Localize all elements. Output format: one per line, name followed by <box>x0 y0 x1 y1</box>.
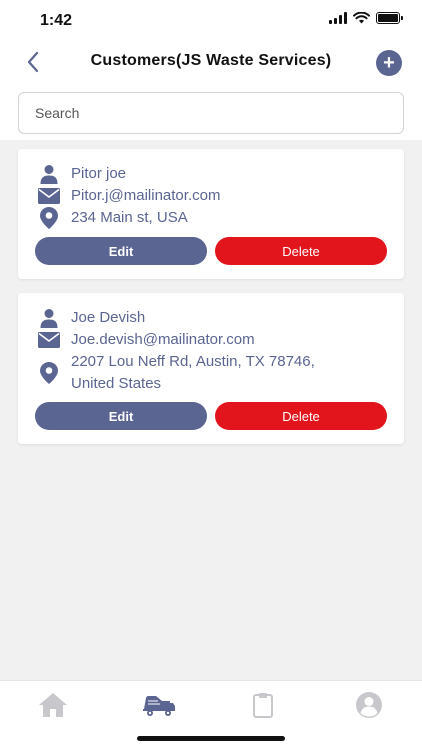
address-line: 2207 Lou Neff Rd, Austin, TX 78746, <box>71 353 315 370</box>
plus-icon: + <box>383 52 395 74</box>
delete-button[interactable]: Delete <box>215 237 387 265</box>
profile-icon <box>356 692 382 718</box>
envelope-icon <box>38 185 60 207</box>
wifi-icon <box>353 12 370 24</box>
location-pin-icon <box>38 207 60 229</box>
location-pin-icon <box>38 362 60 384</box>
page-title: Customers(JS Waste Services) <box>90 52 332 69</box>
cellular-signal-icon <box>329 12 347 24</box>
clipboard-icon <box>253 693 273 718</box>
home-icon <box>39 693 67 717</box>
customer-email-row: Joe.devish@mailinator.com <box>38 329 255 351</box>
customer-email-row: Pitor.j@mailinator.com <box>38 185 220 207</box>
customer-address-row: 234 Main st, USA <box>38 207 188 229</box>
customer-email: Joe.devish@mailinator.com <box>71 331 255 348</box>
customer-address-row: 2207 Lou Neff Rd, Austin, TX 78746, Unit… <box>38 351 315 395</box>
envelope-icon <box>38 329 60 351</box>
status-time: 1:42 <box>40 12 73 29</box>
customer-email: Pitor.j@mailinator.com <box>71 187 221 204</box>
customer-name-row: Pitor joe <box>38 163 126 185</box>
tab-profile[interactable] <box>353 691 385 719</box>
tab-clipboard[interactable] <box>247 691 279 719</box>
customer-name: Joe Devish <box>71 309 146 326</box>
edit-button[interactable]: Edit <box>35 402 207 430</box>
customer-address: 234 Main st, USA <box>71 209 188 226</box>
search-input[interactable] <box>18 92 404 134</box>
address-line: United States <box>71 375 162 392</box>
edit-button[interactable]: Edit <box>35 237 207 265</box>
garbage-truck-icon <box>143 696 175 716</box>
customer-address: 2207 Lou Neff Rd, Austin, TX 78746, Unit… <box>71 351 315 395</box>
home-indicator <box>137 736 285 741</box>
add-customer-button[interactable]: + <box>376 50 402 76</box>
status-bar: 1:42 <box>0 0 422 44</box>
customer-card: Joe Devish Joe.devish@mailinator.com 220… <box>18 293 404 444</box>
status-icons <box>329 12 403 24</box>
tab-home[interactable] <box>37 691 69 719</box>
delete-button[interactable]: Delete <box>215 402 387 430</box>
battery-icon <box>376 12 403 24</box>
person-icon <box>38 163 60 185</box>
customer-name-row: Joe Devish <box>38 307 145 329</box>
person-icon <box>38 307 60 329</box>
customer-card: Pitor joe Pitor.j@mailinator.com 234 Mai… <box>18 149 404 279</box>
tab-trucks[interactable] <box>142 691 176 719</box>
customer-name: Pitor joe <box>71 165 127 182</box>
nav-bar: Customers(JS Waste Services) + <box>0 44 422 80</box>
